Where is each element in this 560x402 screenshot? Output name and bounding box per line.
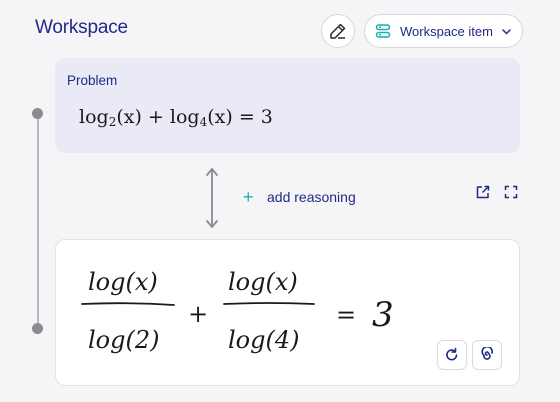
redo-icon [446, 347, 458, 361]
plus-icon: + [243, 187, 254, 207]
workspace-item-label: Workspace item [400, 23, 493, 39]
redo-button[interactable] [437, 340, 467, 370]
timeline-line [37, 114, 39, 329]
hand-numerator-2: log(x) [228, 268, 298, 296]
hand-equals: = [336, 301, 356, 329]
edit-button[interactable] [321, 14, 355, 48]
hand-numerator-1: log(x) [88, 268, 158, 296]
open-external-icon[interactable] [475, 184, 491, 205]
workspace-stack-icon [375, 24, 391, 38]
problem-equation: log2(x) + log4(x) = 3 [79, 106, 273, 129]
spiral-icon [481, 347, 493, 360]
chevron-down-icon [501, 26, 512, 37]
hand-denominator-1: log(2) [88, 326, 159, 354]
handwritten-equation: log(x) log(2) + log(x) log(4) = 3 [81, 268, 394, 354]
add-reasoning-label: add reasoning [267, 189, 356, 205]
problem-card: Problem log2(x) + log4(x) = 3 [55, 58, 520, 153]
expand-icon[interactable] [503, 184, 519, 205]
pencil-icon [330, 23, 346, 39]
hand-plus: + [188, 300, 208, 328]
page-title: Workspace [35, 17, 128, 38]
hand-rhs: 3 [372, 295, 394, 335]
workspace-item-dropdown[interactable]: Workspace item [364, 14, 523, 48]
add-reasoning-button[interactable]: + add reasoning [243, 188, 356, 206]
spiral-button[interactable] [472, 340, 502, 370]
hand-denominator-2: log(4) [228, 326, 299, 354]
timeline-dot-problem [32, 108, 43, 119]
step-connector-arrow [206, 168, 218, 228]
problem-label: Problem [67, 73, 118, 88]
timeline-dot-step [32, 323, 43, 334]
